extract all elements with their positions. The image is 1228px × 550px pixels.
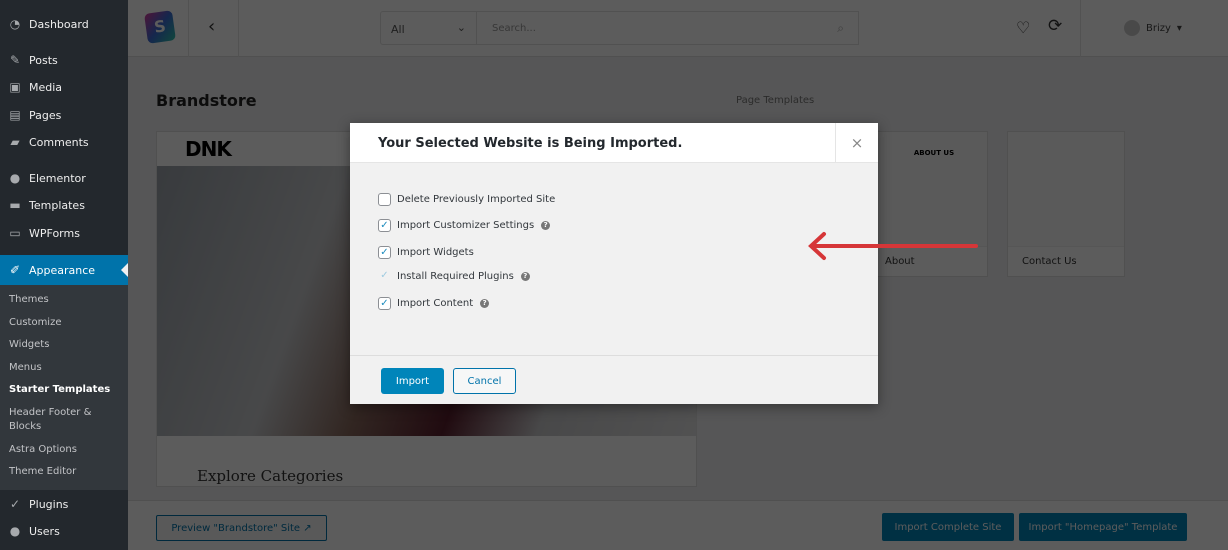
option-import-customizer[interactable]: ✓ Import Customizer Settings? xyxy=(378,219,551,232)
sidebar-item-elementor[interactable]: ● Elementor xyxy=(0,167,128,189)
chevron-down-icon: ⌄ xyxy=(456,21,466,34)
sidebar-item-dashboard[interactable]: ◔ Dashboard xyxy=(0,13,128,35)
sidebar-item-users[interactable]: ● Users xyxy=(0,520,128,542)
sidebar-item-posts[interactable]: ✎ Posts xyxy=(0,49,128,71)
divider xyxy=(188,0,189,57)
close-icon[interactable]: × xyxy=(835,123,878,163)
brizy-icon xyxy=(1124,20,1140,36)
annotation-arrow xyxy=(808,232,978,260)
submenu-header-footer-blocks[interactable]: Blocks xyxy=(9,421,41,432)
dialog-title: Your Selected Website is Being Imported. xyxy=(378,136,683,151)
checkbox[interactable]: ✓ xyxy=(378,297,391,310)
sidebar-item-templates[interactable]: ▬ Templates xyxy=(0,194,128,216)
sidebar-item-pages[interactable]: ▤ Pages xyxy=(0,104,128,126)
import-homepage-button[interactable]: Import "Homepage" Template xyxy=(1019,513,1187,541)
sidebar-item-media[interactable]: ▣ Media xyxy=(0,76,128,98)
sidebar-item-comments[interactable]: ▰ Comments xyxy=(0,131,128,153)
submenu-menus[interactable]: Menus xyxy=(9,362,42,373)
forms-icon: ▭ xyxy=(9,226,21,240)
help-icon[interactable]: ? xyxy=(541,221,551,230)
dialog-footer: Import Cancel xyxy=(350,355,878,404)
template-thumbnail xyxy=(1008,132,1124,247)
dashboard-icon: ◔ xyxy=(9,17,21,31)
submenu-theme-editor[interactable]: Theme Editor xyxy=(9,466,76,477)
page-builder-select[interactable]: Brizy ▾ xyxy=(1124,20,1182,36)
submenu-starter-templates[interactable]: Starter Templates xyxy=(9,384,110,395)
sidebar-item-appearance[interactable]: ✐ Appearance xyxy=(0,255,128,285)
folder-icon: ▬ xyxy=(9,198,21,212)
back-chevron-icon[interactable]: ‹ xyxy=(208,16,215,37)
pages-icon: ▤ xyxy=(9,108,21,122)
help-icon[interactable]: ? xyxy=(520,272,530,281)
cancel-button[interactable]: Cancel xyxy=(453,368,516,394)
check-icon: ✓ xyxy=(380,270,389,281)
caret-down-icon: ▾ xyxy=(1176,22,1182,34)
submenu-themes[interactable]: Themes xyxy=(9,294,49,305)
user-icon: ● xyxy=(9,524,21,538)
import-complete-site-button[interactable]: Import Complete Site xyxy=(882,513,1014,541)
template-label: Contact Us xyxy=(1022,256,1077,267)
checkbox[interactable]: ✓ xyxy=(378,246,391,259)
divider xyxy=(238,0,239,57)
sidebar-item-plugins[interactable]: ✓ Plugins xyxy=(0,493,128,515)
preview-site-button[interactable]: Preview "Brandstore" Site ↗ xyxy=(156,515,327,541)
divider xyxy=(1080,0,1081,57)
submenu-header-footer[interactable]: Header Footer & xyxy=(9,407,91,418)
import-dialog: Your Selected Website is Being Imported.… xyxy=(350,123,878,404)
checkbox[interactable] xyxy=(378,193,391,206)
submenu-widgets[interactable]: Widgets xyxy=(9,339,49,350)
top-bar: S ‹ All ⌄ Search... ⌕ ♡ ⟳ Brizy ▾ xyxy=(128,0,1228,57)
admin-sidebar: ◔ Dashboard ✎ Posts ▣ Media ▤ Pages ▰ Comment… xyxy=(0,0,128,550)
checkbox[interactable]: ✓ xyxy=(378,219,391,232)
external-link-icon: ↗ xyxy=(303,522,312,534)
media-icon: ▣ xyxy=(9,80,21,94)
sidebar-item-wpforms[interactable]: ▭ WPForms xyxy=(0,222,128,244)
template-card-contact[interactable]: Contact Us xyxy=(1007,131,1125,277)
option-delete-previous[interactable]: Delete Previously Imported Site xyxy=(378,193,555,206)
search-input[interactable]: Search... ⌕ xyxy=(477,11,859,45)
bottom-bar: Preview "Brandstore" Site ↗ Import Compl… xyxy=(128,500,1228,550)
pin-icon: ✎ xyxy=(9,53,21,67)
page-title: Brandstore xyxy=(156,91,257,110)
comment-icon: ▰ xyxy=(10,135,20,149)
submenu-astra-options[interactable]: Astra Options xyxy=(9,444,77,455)
search-icon: ⌕ xyxy=(837,21,844,35)
elementor-icon: ● xyxy=(9,171,21,185)
heart-icon[interactable]: ♡ xyxy=(1016,18,1030,37)
page-templates-label: Page Templates xyxy=(736,95,815,106)
option-install-plugins: ✓ Install Required Plugins? xyxy=(378,270,530,283)
starter-templates-logo: S xyxy=(144,10,176,44)
appearance-submenu: Themes Customize Widgets Menus Starter T… xyxy=(0,285,128,490)
filter-select[interactable]: All ⌄ xyxy=(380,11,477,45)
plugin-icon: ✓ xyxy=(9,497,21,511)
option-import-content[interactable]: ✓ Import Content? xyxy=(378,297,490,310)
preview-heading: Explore Categories xyxy=(197,467,344,485)
option-import-widgets[interactable]: ✓ Import Widgets xyxy=(378,246,474,259)
submenu-customize[interactable]: Customize xyxy=(9,317,62,328)
sync-icon[interactable]: ⟳ xyxy=(1048,16,1062,36)
dialog-header: Your Selected Website is Being Imported.… xyxy=(350,123,878,163)
help-icon[interactable]: ? xyxy=(480,299,490,308)
brush-icon: ✐ xyxy=(9,263,21,277)
import-button[interactable]: Import xyxy=(381,368,444,394)
